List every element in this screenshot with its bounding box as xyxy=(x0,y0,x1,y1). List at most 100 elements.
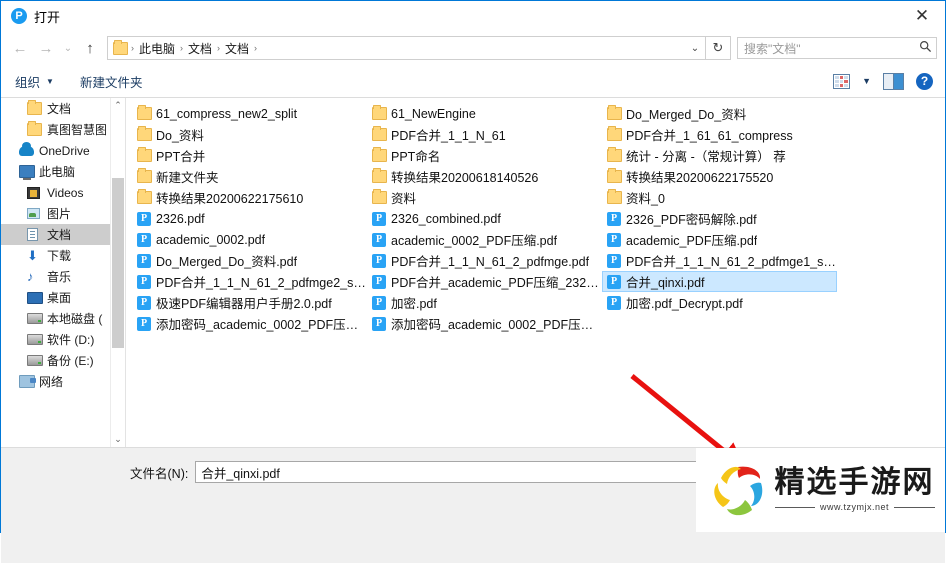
file-name-label: 61_compress_new2_split xyxy=(156,106,298,121)
scroll-down-icon[interactable]: ⌄ xyxy=(111,432,125,447)
sidebar-item-2[interactable]: OneDrive xyxy=(1,140,125,161)
view-grid-icon[interactable] xyxy=(833,73,851,89)
sidebar-item-13[interactable]: 网络 xyxy=(1,371,125,392)
command-bar: 组织 ▼ 新建文件夹 ▼ ? xyxy=(1,65,945,98)
watermark-title: 精选手游网 xyxy=(774,465,935,500)
scrollbar-thumb[interactable] xyxy=(112,178,124,348)
file-item[interactable]: Pacademic_PDF压缩.pdf xyxy=(602,229,837,250)
pdf-file-icon: P xyxy=(607,211,626,226)
pdf-file-icon: P xyxy=(137,253,156,268)
pdf-file-icon: P xyxy=(372,253,391,268)
sidebar-item-11[interactable]: 软件 (D:) xyxy=(1,329,125,350)
new-folder-button[interactable]: 新建文件夹 xyxy=(80,72,143,91)
folder-icon xyxy=(27,100,44,115)
file-name-label: 合并_qinxi.pdf xyxy=(626,276,705,290)
breadcrumb-item-1[interactable]: 文档 xyxy=(184,40,216,57)
help-icon[interactable]: ? xyxy=(916,72,933,90)
file-name-label: 添加密码_academic_0002_PDF压缩... xyxy=(391,318,601,332)
address-bar[interactable]: › 此电脑 › 文档 › 文档 › ⌄ xyxy=(107,36,706,60)
sidebar-item-0[interactable]: 文档 xyxy=(1,98,125,119)
pdf-file-icon: P xyxy=(607,295,626,310)
file-item[interactable]: PDF合并_1_1_N_61 xyxy=(367,124,602,145)
file-list[interactable]: 61_compress_new2_split Do_资料 PPT合并 新建文件夹 转换结… xyxy=(126,98,945,447)
file-item[interactable]: P PDF合并_1_1_N_61_2_pdfmge.pdf xyxy=(367,250,602,271)
filename-input[interactable]: 合并_qinxi.pdf xyxy=(195,461,761,483)
file-item[interactable]: P 2326_combined.pdf xyxy=(367,208,602,229)
forward-button[interactable]: → xyxy=(33,35,59,61)
folder-icon xyxy=(607,189,626,204)
sidebar-scrollbar[interactable]: ⌃ ⌄ xyxy=(110,98,125,447)
file-item[interactable]: PDF合并_1_61_61_compress xyxy=(602,124,837,145)
close-icon[interactable]: ✕ xyxy=(899,1,945,31)
file-name-label: PDF合并_1_1_N_61 xyxy=(391,129,506,143)
file-item[interactable]: P 极速PDF编辑器用户手册2.0.pdf xyxy=(132,292,367,313)
file-item[interactable]: 资料_0 xyxy=(602,187,837,208)
sidebar-item-4[interactable]: Videos xyxy=(1,182,125,203)
address-dropdown-icon[interactable]: ⌄ xyxy=(685,43,705,54)
file-name-label: 转换结果20200618140526 xyxy=(391,171,539,185)
file-item[interactable]: P 2326_PDF密码解除.pdf xyxy=(602,208,837,229)
sidebar-item-6[interactable]: 文档 xyxy=(1,224,125,245)
breadcrumb-item-2[interactable]: 文档 xyxy=(221,40,253,57)
back-button[interactable]: ← xyxy=(7,35,33,61)
file-item[interactable]: P PDF合并_1_1_N_61_2_pdfmge2_sp... xyxy=(132,271,367,292)
file-item[interactable]: 61_NewEngine xyxy=(367,103,602,124)
file-name-label: 加密.pdf_Decrypt.pdf xyxy=(626,297,743,311)
file-item-selected[interactable]: P 合并_qinxi.pdf xyxy=(602,271,837,292)
organize-button[interactable]: 组织 ▼ xyxy=(15,72,54,91)
open-file-dialog: P 打开 ✕ ← → ⌄ ↑ › 此电脑 › 文档 › 文档 › ⌄ ↻ 搜索"… xyxy=(0,0,946,563)
sidebar-item-7[interactable]: ⬇ 下载 xyxy=(1,245,125,266)
sidebar-item-10[interactable]: 本地磁盘 ( xyxy=(1,308,125,329)
file-item[interactable]: 新建文件夹 xyxy=(132,166,367,187)
file-item[interactable]: PPT合并 xyxy=(132,145,367,166)
file-item[interactable]: 统计 - 分离 -（常规计算） 荐 xyxy=(602,145,837,166)
file-item[interactable]: Pacademic_0002.pdf xyxy=(132,229,367,250)
chevron-down-icon[interactable]: ▼ xyxy=(862,76,871,86)
scroll-up-icon[interactable]: ⌃ xyxy=(111,98,125,113)
pdf-file-icon: P xyxy=(137,274,156,289)
preview-pane-icon[interactable] xyxy=(883,72,904,90)
sidebar-item-1[interactable]: 真图智慧图 xyxy=(1,119,125,140)
up-button[interactable]: ↑ xyxy=(77,35,103,61)
refresh-icon[interactable]: ↻ xyxy=(706,36,731,60)
sidebar-item-12[interactable]: 备份 (E:) xyxy=(1,350,125,371)
navigation-bar: ← → ⌄ ↑ › 此电脑 › 文档 › 文档 › ⌄ ↻ 搜索"文档" xyxy=(1,31,945,65)
sidebar-item-8[interactable]: ♪ 音乐 xyxy=(1,266,125,287)
file-item[interactable]: Pacademic_0002_PDF压缩.pdf xyxy=(367,229,602,250)
folder-icon xyxy=(607,105,626,120)
sidebar-item-5[interactable]: 图片 xyxy=(1,203,125,224)
file-item[interactable]: P 添加密码_academic_0002_PDF压缩... xyxy=(132,313,367,334)
file-item[interactable]: P PDF合并_academic_PDF压缩_2326.... xyxy=(367,271,602,292)
file-item[interactable]: Do_资料 xyxy=(132,124,367,145)
file-item[interactable]: P 添加密码_academic_0002_PDF压缩... xyxy=(367,313,602,334)
file-item[interactable]: P 加密.pdf xyxy=(367,292,602,313)
file-item[interactable]: 61_compress_new2_split xyxy=(132,103,367,124)
search-icon xyxy=(914,40,936,56)
pdf-app-icon: P xyxy=(11,8,27,24)
music-icon: ♪ xyxy=(27,269,34,284)
file-item[interactable]: PPT命名 xyxy=(367,145,602,166)
file-item[interactable]: 转换结果20200622175610 xyxy=(132,187,367,208)
file-item[interactable]: Do_Merged_Do_资料 xyxy=(602,103,837,124)
file-name-label: 2326_combined.pdf xyxy=(391,211,501,226)
folder-icon xyxy=(372,168,391,183)
file-item[interactable]: P PDF合并_1_1_N_61_2_pdfmge1_sp... xyxy=(602,250,837,271)
watermark-overlay: 精选手游网 www.tzymjx.net xyxy=(696,448,945,532)
dialog-body: 文档 真图智慧图 OneDrive 此电脑 Videos 图片 文档 ⬇ 下载 ♪ 音乐 桌面 本地磁盘… xyxy=(1,98,945,447)
file-item[interactable]: P 2326.pdf xyxy=(132,208,367,229)
sidebar-item-label: 本地磁盘 ( xyxy=(47,312,103,326)
sidebar-item-3[interactable]: 此电脑 xyxy=(1,161,125,182)
history-dropdown-icon[interactable]: ⌄ xyxy=(59,35,77,61)
sidebar-item-label: 网络 xyxy=(39,375,64,389)
file-name-label: 2326.pdf xyxy=(156,211,205,226)
file-item[interactable]: 转换结果20200618140526 xyxy=(367,166,602,187)
file-item[interactable]: 转换结果20200622175520 xyxy=(602,166,837,187)
sidebar-item-9[interactable]: 桌面 xyxy=(1,287,125,308)
file-item[interactable]: P 加密.pdf_Decrypt.pdf xyxy=(602,292,837,313)
breadcrumb-item-0[interactable]: 此电脑 xyxy=(135,40,179,57)
search-input[interactable]: 搜索"文档" xyxy=(737,37,937,59)
file-item[interactable]: 资料 xyxy=(367,187,602,208)
folder-icon xyxy=(607,126,626,141)
file-name-label: PDF合并_1_61_61_compress xyxy=(626,129,793,143)
file-item[interactable]: P Do_Merged_Do_资料.pdf xyxy=(132,250,367,271)
